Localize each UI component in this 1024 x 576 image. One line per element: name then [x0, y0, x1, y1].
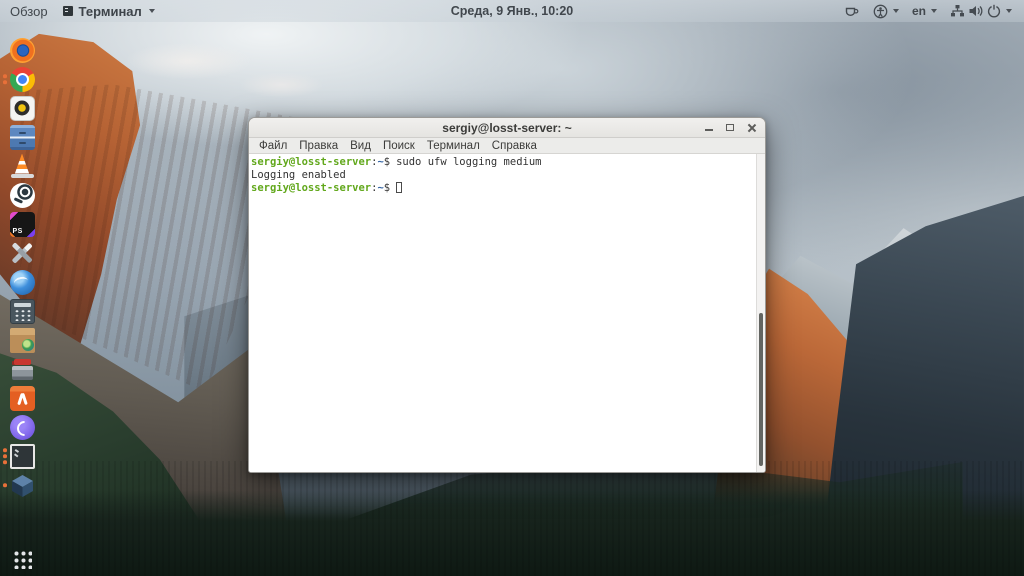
file-cabinet-icon [10, 125, 35, 150]
output-text: Logging enabled [251, 169, 346, 181]
maximize-icon [726, 124, 734, 131]
camera-app-icon [10, 96, 35, 121]
phpstorm-icon: PS [10, 212, 35, 237]
thunderbird-icon [10, 270, 35, 295]
dock-item-tools[interactable] [0, 240, 44, 266]
dock-item-viber[interactable] [0, 414, 44, 440]
running-indicator [3, 483, 7, 487]
menu-view[interactable]: Вид [344, 140, 377, 152]
chevron-down-icon [931, 9, 937, 13]
dock-item-terminal[interactable] [0, 443, 44, 469]
running-indicator [3, 448, 7, 464]
viber-icon [10, 415, 35, 440]
dock-item-steam[interactable] [0, 182, 44, 208]
package-globe-icon [10, 328, 35, 353]
wired-network-icon [950, 4, 965, 18]
dock: PS [0, 22, 44, 576]
system-menu[interactable] [950, 4, 1012, 18]
phpstorm-badge: PS [13, 228, 23, 235]
dock-item-package-manager[interactable] [0, 327, 44, 353]
minimize-button[interactable] [703, 122, 715, 134]
desktop: Обзор Терминал Среда, 9 Янв., 10:20 [0, 0, 1024, 576]
terminal-cursor [396, 182, 402, 193]
dock-item-vlc[interactable] [0, 153, 44, 179]
terminal-app-icon [10, 444, 35, 469]
activities-button[interactable]: Обзор [10, 4, 48, 19]
prompt-user: sergiy@losst-server [251, 156, 371, 168]
calculator-icon [10, 299, 35, 324]
speaker-icon [968, 4, 984, 18]
prompt-symbol: $ [384, 182, 390, 194]
scrollbar-thumb[interactable] [759, 313, 763, 466]
dock-item-press-tool[interactable] [0, 356, 44, 382]
close-icon [747, 123, 756, 132]
steam-icon [10, 183, 35, 208]
menu-help[interactable]: Справка [486, 140, 543, 152]
menu-edit[interactable]: Правка [293, 140, 344, 152]
show-apps-grid-icon [12, 549, 32, 569]
top-bar: Обзор Терминал Среда, 9 Янв., 10:20 [0, 0, 1024, 22]
window-title: sergiy@losst-server: ~ [249, 121, 765, 135]
orange-a-icon [10, 386, 35, 411]
dock-item-camera-app[interactable] [0, 95, 44, 121]
menu-file[interactable]: Файл [253, 140, 293, 152]
dock-item-chrome[interactable] [0, 66, 44, 92]
window-titlebar[interactable]: sergiy@losst-server: ~ [249, 118, 765, 138]
window-menubar: Файл Правка Вид Поиск Терминал Справка [249, 138, 765, 154]
terminal-window: sergiy@losst-server: ~ Файл Правка Вид П… [248, 117, 766, 473]
language-label: en [912, 4, 926, 18]
maximize-button[interactable] [724, 122, 736, 134]
blue-cube-icon [10, 473, 35, 498]
terminal-content[interactable]: sergiy@losst-server:~$ sudo ufw logging m… [249, 154, 765, 472]
terminal-line-command: sergiy@losst-server:~$sudo ufw logging m… [251, 156, 755, 169]
language-menu[interactable]: en [912, 4, 937, 18]
power-icon [987, 4, 1001, 18]
press-tool-icon [10, 357, 35, 382]
terminal-icon [62, 5, 74, 17]
chevron-down-icon [893, 9, 899, 13]
dock-item-virtualbox[interactable] [0, 472, 44, 498]
vlc-icon [10, 154, 35, 179]
dock-item-firefox[interactable] [0, 37, 44, 63]
chevron-down-icon [149, 9, 155, 13]
dock-item-show-apps[interactable] [0, 548, 44, 570]
menu-search[interactable]: Поиск [377, 140, 421, 152]
accessibility-menu[interactable] [873, 4, 899, 19]
dock-item-orange-a[interactable] [0, 385, 44, 411]
menu-terminal[interactable]: Терминал [421, 140, 486, 152]
prompt-symbol: $ [384, 156, 390, 168]
accessibility-icon [873, 4, 888, 19]
command-text: sudo ufw logging medium [396, 156, 541, 168]
running-indicator [3, 74, 7, 84]
terminal-line-output: Logging enabled [251, 169, 755, 182]
dock-item-calculator[interactable] [0, 298, 44, 324]
dock-item-files[interactable] [0, 124, 44, 150]
chrome-icon [10, 67, 35, 92]
cup-icon [844, 4, 860, 18]
minimize-icon [705, 129, 713, 131]
terminal-scrollbar[interactable] [756, 154, 765, 472]
prompt-user: sergiy@losst-server [251, 182, 371, 194]
close-button[interactable] [745, 122, 757, 134]
app-menu[interactable]: Терминал [62, 4, 155, 19]
app-menu-label: Терминал [79, 4, 142, 19]
weather-indicator[interactable] [844, 4, 860, 18]
crossed-tools-icon [10, 241, 35, 266]
firefox-icon [10, 38, 35, 63]
dock-item-phpstorm[interactable]: PS [0, 211, 44, 237]
chevron-down-icon [1006, 9, 1012, 13]
terminal-line-prompt: sergiy@losst-server:~$ [251, 182, 755, 195]
dock-item-thunderbird[interactable] [0, 269, 44, 295]
